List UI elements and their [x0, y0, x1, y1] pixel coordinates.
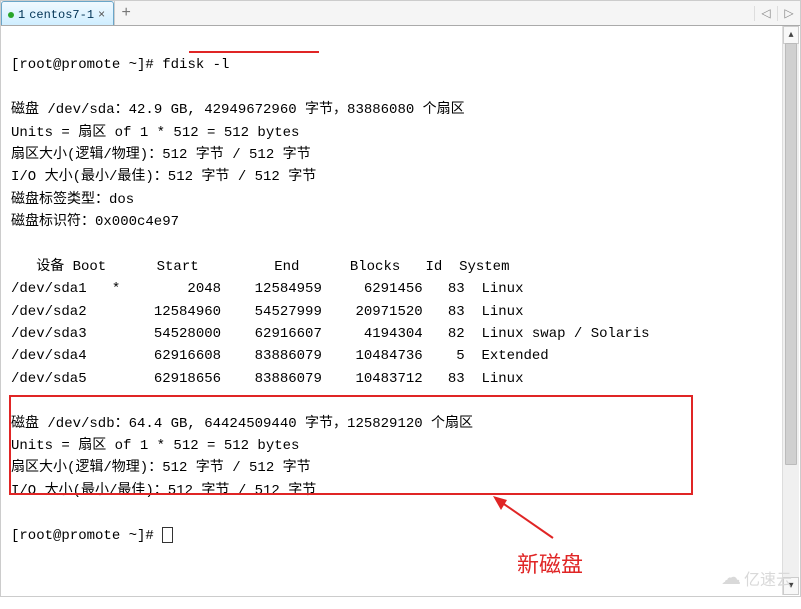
annotation-underline [189, 51, 319, 53]
tab-bar-controls: ◁ ▷ [754, 1, 800, 25]
tab-centos7-1[interactable]: 1 centos7-1 × [1, 1, 114, 25]
tab-right-icon[interactable]: ▷ [777, 6, 800, 21]
sdb-units: Units = 扇区 of 1 * 512 = 512 bytes [11, 438, 299, 454]
scroll-up-icon[interactable]: ▴ [783, 26, 799, 44]
partition-table-header: 设备 Boot Start End Blocks Id System [11, 259, 509, 275]
scrollbar[interactable]: ▴ ▾ [782, 26, 799, 595]
sdb-io: I/O 大小(最小/最佳)：512 字节 / 512 字节 [11, 483, 316, 499]
cursor [162, 527, 173, 543]
cloud-icon: ☁ [721, 565, 741, 590]
sdb-sector: 扇区大小(逻辑/物理)：512 字节 / 512 字节 [11, 460, 311, 476]
sda-units: Units = 扇区 of 1 * 512 = 512 bytes [11, 125, 299, 141]
sda-labeltype: 磁盘标签类型：dos [11, 192, 134, 208]
sda-identifier: 磁盘标识符：0x000c4e97 [11, 214, 179, 230]
command: fdisk -l [162, 57, 229, 73]
partition-row: /dev/sda3 54528000 62916607 4194304 82 L… [11, 326, 650, 342]
sda-io: I/O 大小(最小/最佳)：512 字节 / 512 字节 [11, 169, 316, 185]
partition-row: /dev/sda4 62916608 83886079 10484736 5 E… [11, 348, 549, 364]
annotation-label: 新磁盘 [517, 547, 583, 579]
tab-index: 1 [18, 8, 25, 22]
sdb-header: 磁盘 /dev/sdb：64.4 GB, 64424509440 字节，1258… [11, 416, 473, 432]
terminal-output[interactable]: [root@promote ~]# fdisk -l 磁盘 /dev/sda：4… [1, 26, 800, 609]
tab-bar: 1 centos7-1 × + ◁ ▷ [1, 1, 800, 26]
watermark-text: 亿速云 [744, 566, 792, 590]
partition-row: /dev/sda1 * 2048 12584959 6291456 83 Lin… [11, 281, 523, 297]
sda-sector: 扇区大小(逻辑/物理)：512 字节 / 512 字节 [11, 147, 311, 163]
close-icon[interactable]: × [98, 8, 105, 22]
prompt: [root@promote ~]# [11, 528, 154, 544]
annotation-arrow-icon [493, 496, 563, 541]
partition-row: /dev/sda2 12584960 54527999 20971520 83 … [11, 304, 523, 320]
prompt: [root@promote ~]# [11, 57, 154, 73]
tab-left-icon[interactable]: ◁ [754, 6, 777, 21]
watermark: ☁ 亿速云 [721, 565, 792, 590]
new-tab-button[interactable]: + [114, 1, 137, 25]
tab-title: centos7-1 [29, 8, 94, 22]
sda-header: 磁盘 /dev/sda：42.9 GB, 42949672960 字节，8388… [11, 102, 465, 118]
status-dot-icon [8, 12, 14, 18]
partition-row: /dev/sda5 62918656 83886079 10483712 83 … [11, 371, 523, 387]
scrollbar-thumb[interactable] [785, 43, 797, 465]
